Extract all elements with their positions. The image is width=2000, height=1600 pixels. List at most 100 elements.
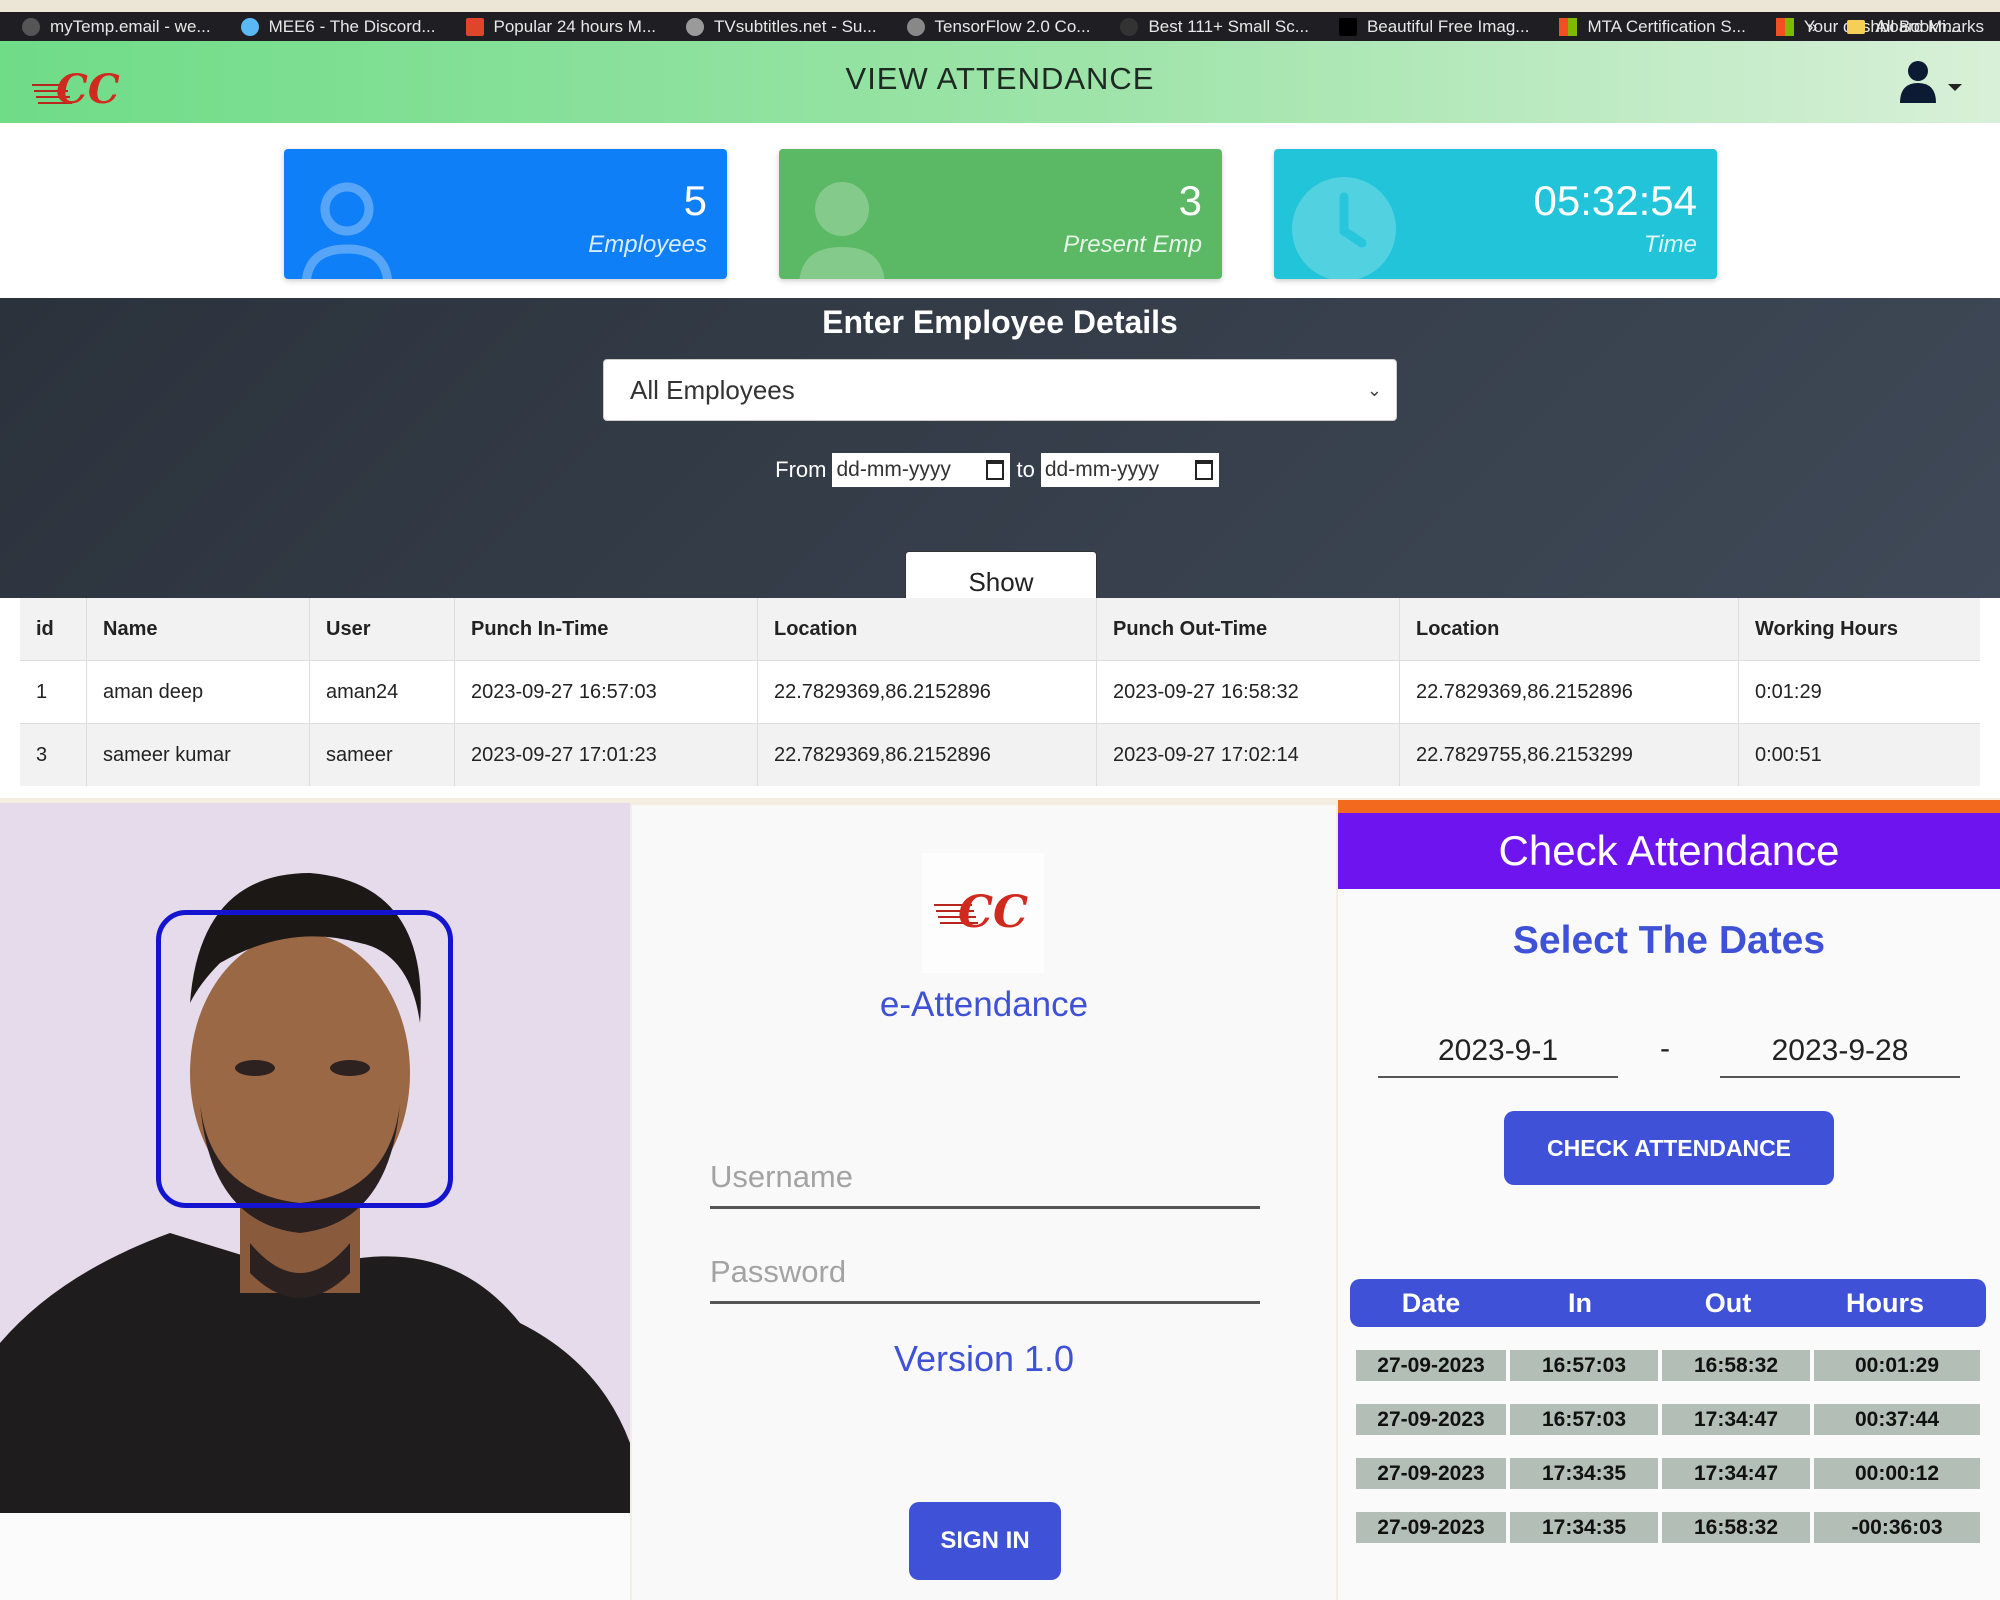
column-header: Out <box>1704 1287 1752 1318</box>
table-row: 27-09-2023 17:34:35 17:34:47 00:00:12 <box>1350 1458 1986 1489</box>
table-cell: 16:57:03 <box>1510 1350 1658 1381</box>
bookmark-favicon-icon <box>686 17 705 36</box>
bookmark-label: TVsubtitles.net - Su... <box>714 16 877 36</box>
logo-text: CC <box>958 887 1028 938</box>
column-header: Location <box>1399 598 1739 661</box>
table-cell: sameer kumar <box>86 723 310 786</box>
sign-in-button[interactable]: SIGN IN <box>909 1502 1061 1580</box>
table-cell: 22.7829369,86.2152896 <box>1399 660 1739 724</box>
table-cell: 00:37:44 <box>1814 1404 1980 1435</box>
page-title: VIEW ATTENDANCE <box>845 61 1155 96</box>
employees-label: Employees <box>588 231 707 258</box>
table-cell: 3 <box>20 723 87 786</box>
bookmark-item[interactable]: Best 111+ Small Sc... <box>1120 17 1309 37</box>
date-range-row: From dd-mm-yyyy to dd-mm-yyyy <box>0 453 2000 487</box>
company-logo-icon: CC <box>922 853 1044 973</box>
table-row: 27-09-2023 16:57:03 17:34:47 00:37:44 <box>1350 1404 1986 1435</box>
table-cell: 27-09-2023 <box>1356 1512 1506 1543</box>
table-cell: 17:34:47 <box>1662 1404 1810 1435</box>
table-cell: 17:34:35 <box>1510 1458 1658 1489</box>
bookmark-favicon-icon <box>906 17 925 36</box>
calendar-icon[interactable] <box>986 460 1005 480</box>
employees-card: 5 Employees <box>284 149 727 279</box>
employee-details-form: Enter Employee Details All Employees ⌄ F… <box>0 298 2000 615</box>
table-cell: 17:34:47 <box>1662 1458 1810 1489</box>
table-cell: 27-09-2023 <box>1356 1458 1506 1489</box>
bookmark-item[interactable]: Beautiful Free Imag... <box>1338 17 1529 37</box>
table-cell: 16:57:03 <box>1510 1404 1658 1435</box>
table-cell: aman deep <box>86 660 310 724</box>
column-header: id <box>20 598 87 661</box>
present-label: Present Emp <box>1063 231 1202 258</box>
bookmark-favicon-icon <box>465 17 484 36</box>
table-cell: 00:01:29 <box>1814 1350 1980 1381</box>
bookmark-label: MEE6 - The Discord... <box>268 16 436 36</box>
from-label: From <box>775 457 827 482</box>
employee-select[interactable]: All Employees ⌄ <box>603 359 1397 421</box>
user-icon <box>799 182 885 279</box>
to-date-input[interactable]: dd-mm-yyyy <box>1040 453 1219 487</box>
table-cell: 00:00:12 <box>1814 1458 1980 1489</box>
form-title: Enter Employee Details <box>822 304 1178 340</box>
bookmark-item[interactable]: TVsubtitles.net - Su... <box>686 17 877 37</box>
to-date-field[interactable]: 2023-9-28 <box>1720 1026 1960 1078</box>
login-screen: CC e-Attendance Username Password Versio… <box>632 805 1336 1600</box>
version-label: Version 1.0 <box>893 1338 1075 1379</box>
current-time: 05:32:54 <box>1533 177 1698 224</box>
column-header: Hours <box>1845 1287 1924 1318</box>
app-bar-title: Check Attendance <box>1338 813 2000 889</box>
time-label: Time <box>1643 231 1697 258</box>
check-attendance-button[interactable]: CHECK ATTENDANCE <box>1504 1111 1834 1185</box>
employee-select-value: All Employees <box>630 375 795 405</box>
from-date-field[interactable]: 2023-9-1 <box>1378 1026 1618 1078</box>
chevron-down-icon <box>1948 84 1962 91</box>
table-row: 3 sameer kumar sameer 2023-09-27 17:01:2… <box>20 723 1980 786</box>
calendar-icon[interactable] <box>1194 460 1213 480</box>
to-date-placeholder: dd-mm-yyyy <box>1044 458 1160 481</box>
bookmark-favicon-icon <box>22 17 40 36</box>
table-cell: 22.7829755,86.2153299 <box>1399 723 1739 786</box>
table-cell: 2023-09-27 16:58:32 <box>1096 660 1400 724</box>
status-bar <box>1338 800 2000 813</box>
to-label: to <box>1016 457 1035 482</box>
bookmark-favicon-icon <box>1120 17 1139 36</box>
table-cell: 22.7829369,86.2152896 <box>757 660 1097 724</box>
clock-icon <box>1292 177 1396 279</box>
profile-menu[interactable] <box>1898 59 1962 103</box>
employees-count: 5 <box>683 177 707 224</box>
app-name: e-Attendance <box>879 985 1089 1024</box>
table-cell: sameer <box>309 723 455 786</box>
column-header: Name <box>86 598 310 661</box>
header-bar: CC VIEW ATTENDANCE <box>0 41 2000 123</box>
user-icon <box>301 182 393 279</box>
bookmark-item[interactable]: TensorFlow 2.0 Co... <box>906 17 1090 37</box>
from-date-placeholder: dd-mm-yyyy <box>836 458 951 481</box>
bookmark-label: MTA Certification S... <box>1587 16 1746 36</box>
bookmark-favicon-icon <box>1338 17 1357 36</box>
table-cell: 27-09-2023 <box>1356 1350 1506 1381</box>
microsoft-logo-icon <box>1559 17 1578 36</box>
password-field[interactable]: Password <box>710 1244 1260 1304</box>
bookmarks-bar: myTemp.email - we... MEE6 - The Discord.… <box>0 0 2000 41</box>
column-header: Date <box>1401 1287 1461 1318</box>
bookmark-item[interactable]: MTA Certification S... <box>1559 16 1746 37</box>
attendance-results-table: Date In Out Hours 27-09-2023 16:57:03 16… <box>1350 1279 1986 1543</box>
table-cell: 2023-09-27 16:57:03 <box>454 660 758 724</box>
chevron-down-icon: ⌄ <box>1366 380 1382 400</box>
from-date-input[interactable]: dd-mm-yyyy <box>832 453 1011 487</box>
bookmark-item[interactable]: Popular 24 hours M... <box>465 17 656 37</box>
username-field[interactable]: Username <box>710 1149 1260 1209</box>
table-cell: 27-09-2023 <box>1356 1404 1506 1435</box>
table-cell: 0:01:29 <box>1738 660 1980 724</box>
table-cell: 16:58:32 <box>1662 1350 1810 1381</box>
bookmark-item[interactable]: MEE6 - The Discord... <box>240 16 436 37</box>
mobile-check-attendance: Check Attendance Select The Dates 2023-9… <box>1338 800 2000 1600</box>
present-count: 3 <box>1178 177 1202 224</box>
table-row: 27-09-2023 16:57:03 16:58:32 00:01:29 <box>1350 1350 1986 1381</box>
bookmarks-overflow-button[interactable]: » <box>1808 17 1817 37</box>
attendance-table: id Name User Punch In-Time Location Punc… <box>20 598 1980 786</box>
time-card: 05:32:54 Time <box>1274 149 1717 279</box>
all-bookmarks-button[interactable]: All Bookmarks <box>1875 17 1984 37</box>
bookmark-item[interactable]: myTemp.email - we... <box>22 17 211 37</box>
face-detection-photo <box>0 803 630 1513</box>
